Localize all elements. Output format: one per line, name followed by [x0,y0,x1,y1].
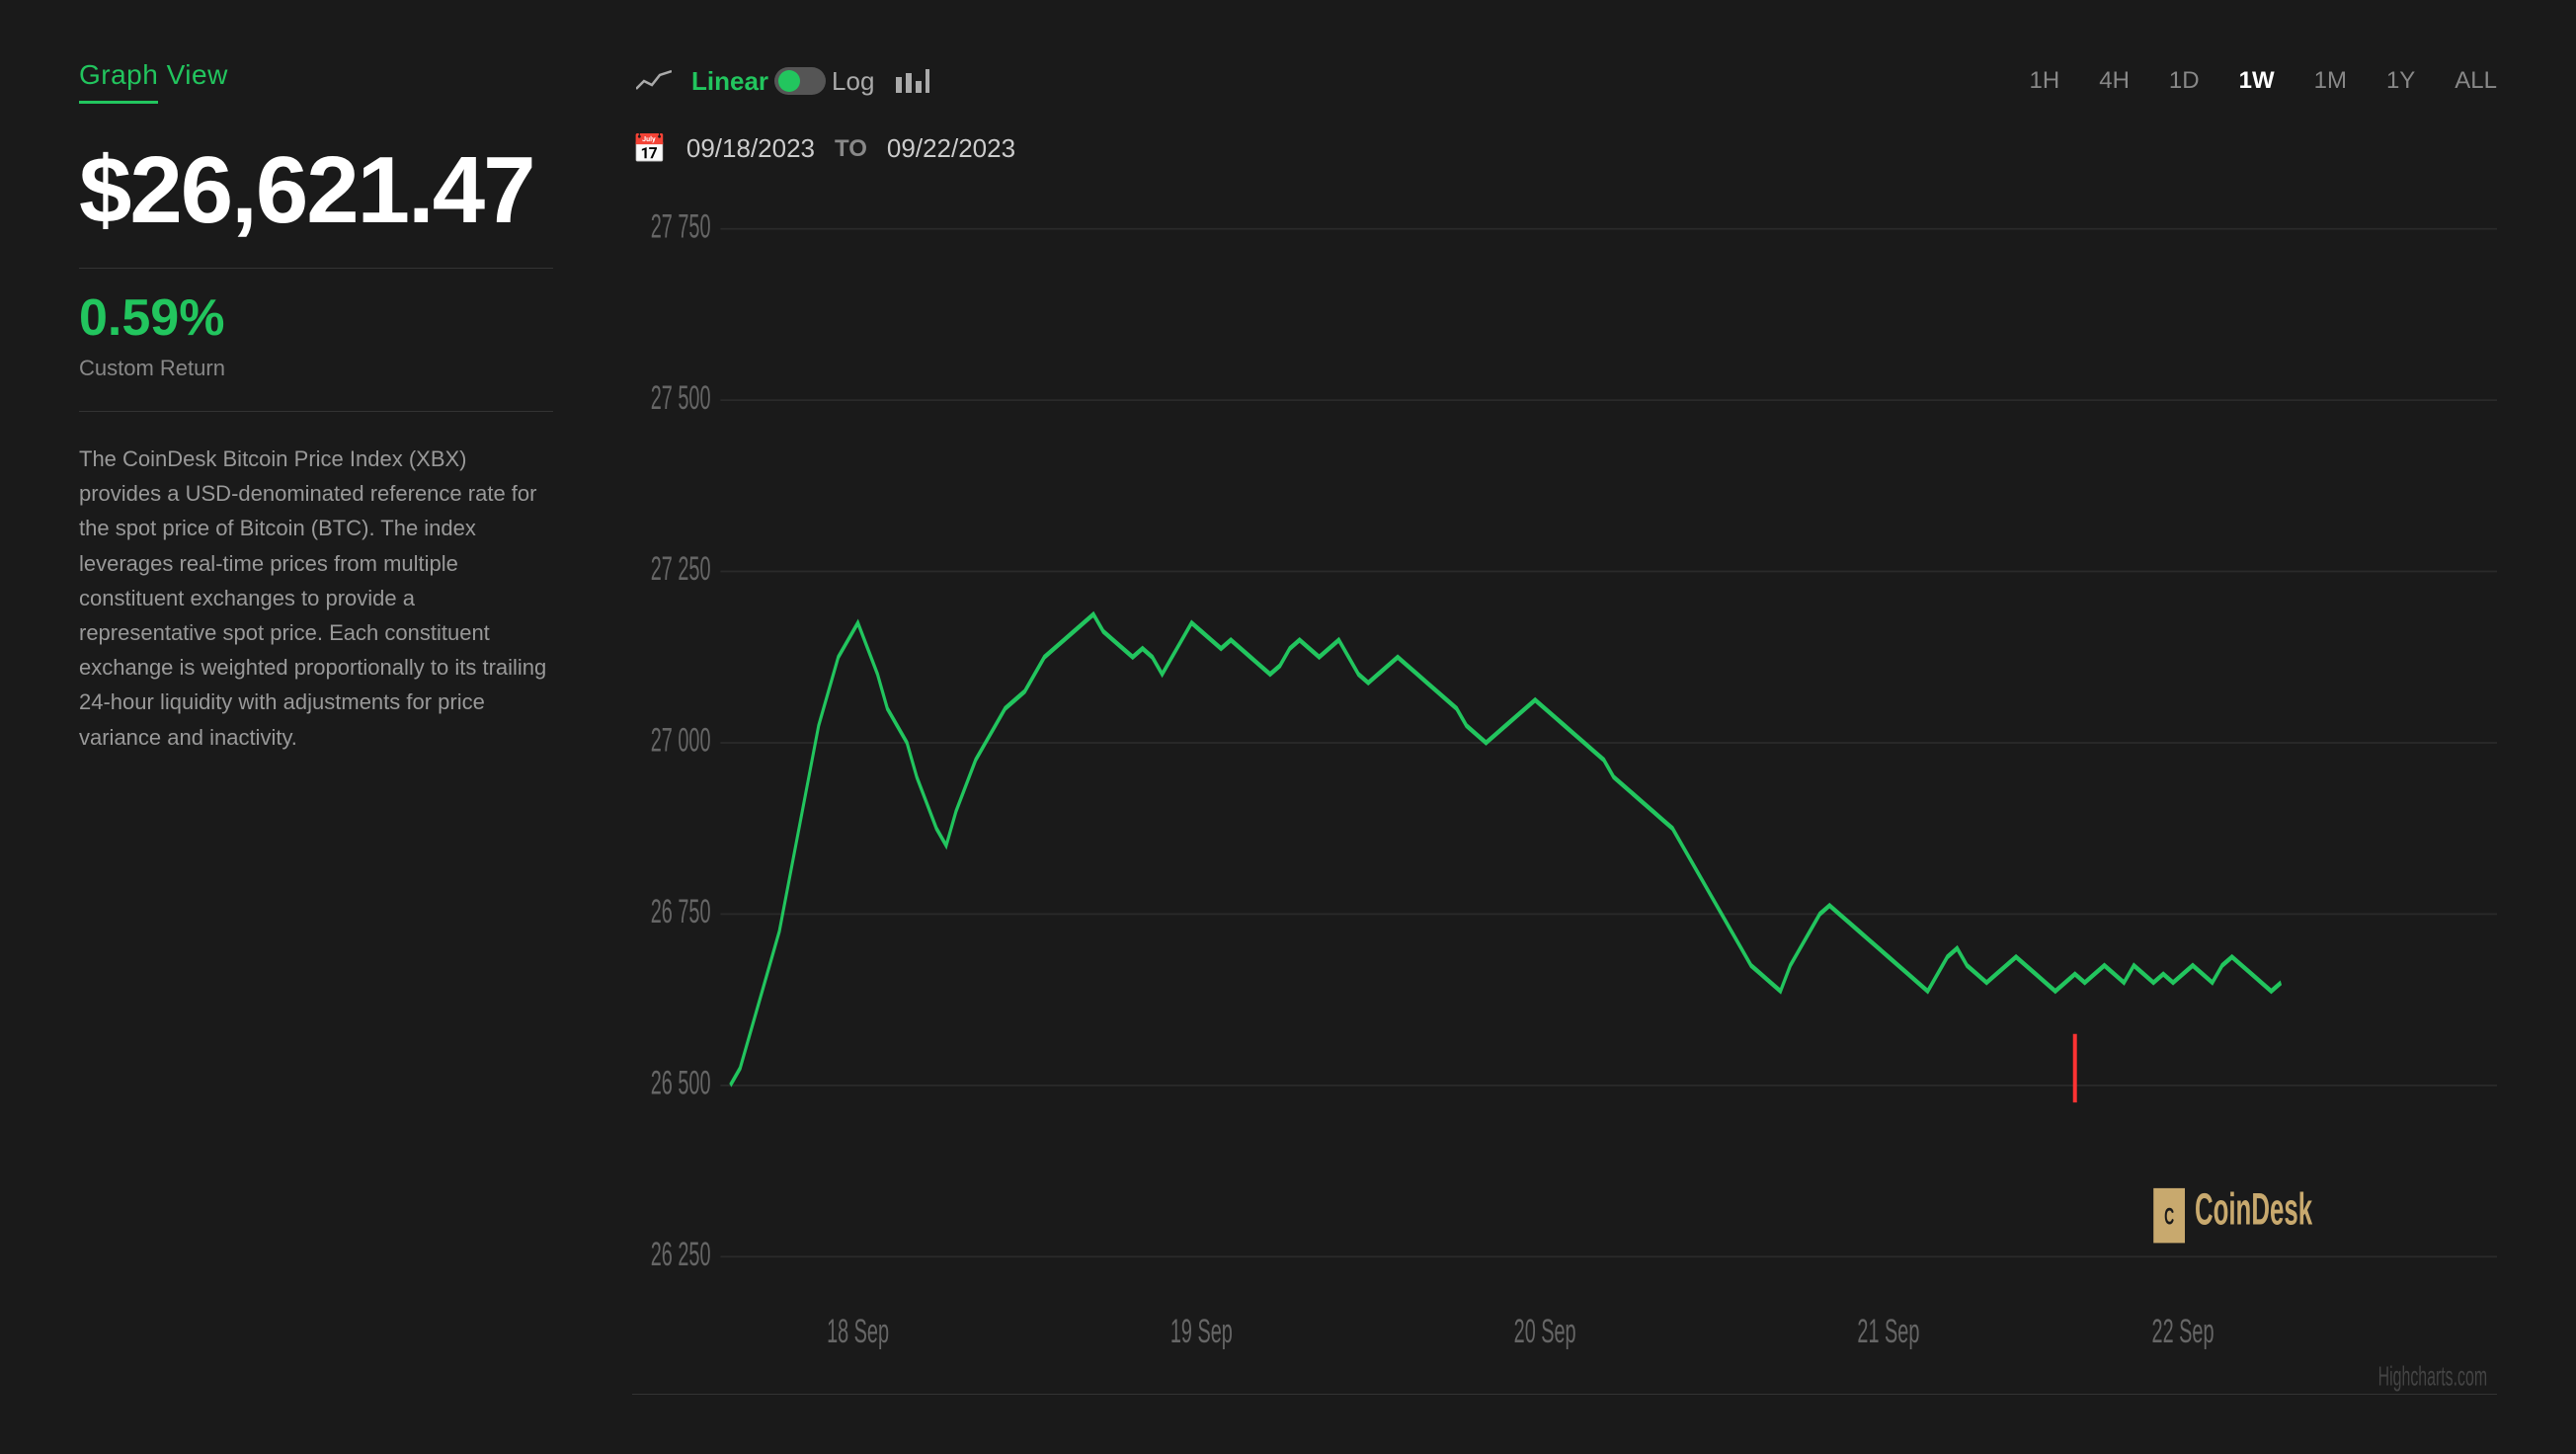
return-label: Custom Return [79,356,553,381]
controls-row: Linear Log [632,59,2497,103]
time-btn-4h[interactable]: 4H [2099,61,2130,101]
price-divider [79,268,553,269]
date-to[interactable]: 09/22/2023 [887,133,1015,164]
time-btn-1h[interactable]: 1H [2030,61,2060,101]
svg-text:27 250: 27 250 [651,548,711,587]
graph-view-underline [79,101,158,104]
price-description: The CoinDesk Bitcoin Price Index (XBX) p… [79,442,553,755]
price-value: $26,621.47 [79,143,553,238]
time-btn-1d[interactable]: 1D [2169,61,2200,101]
time-btn-1m[interactable]: 1M [2314,61,2347,101]
line-chart-icon[interactable] [632,59,676,103]
date-to-label: TO [835,135,867,163]
svg-text:20 Sep: 20 Sep [1514,1311,1576,1349]
chart-area: 27 750 27 500 27 250 27 000 26 750 26 50… [632,195,2497,1395]
svg-text:C: C [2164,1203,2174,1230]
time-range-group: 1H 4H 1D 1W 1M 1Y ALL [2030,61,2497,101]
svg-text:19 Sep: 19 Sep [1170,1311,1233,1349]
svg-text:27 750: 27 750 [651,205,711,244]
svg-text:26 750: 26 750 [651,891,711,929]
svg-text:Highcharts.com: Highcharts.com [2378,1361,2487,1392]
bar-chart-icon[interactable] [890,59,933,103]
time-btn-all[interactable]: ALL [2455,61,2497,101]
scale-toggle-group: Linear Log [691,66,874,97]
svg-text:18 Sep: 18 Sep [827,1311,889,1349]
svg-text:21 Sep: 21 Sep [1857,1311,1919,1349]
svg-text:22 Sep: 22 Sep [2152,1311,2214,1349]
return-value: 0.59% [79,288,553,348]
graph-view-label: Graph View [79,59,553,91]
toggle-thumb [778,70,800,92]
calendar-icon: 📅 [632,132,667,165]
date-from[interactable]: 09/18/2023 [686,133,815,164]
right-panel: Linear Log [632,59,2497,1395]
svg-text:26 500: 26 500 [651,1063,711,1101]
controls-left: Linear Log [632,59,933,103]
left-panel: Graph View $26,621.47 0.59% Custom Retur… [79,59,553,1395]
linear-label: Linear [691,66,768,97]
scale-toggle[interactable] [774,67,826,95]
price-chart: 27 750 27 500 27 250 27 000 26 750 26 50… [632,195,2497,1394]
time-btn-1w[interactable]: 1W [2239,61,2275,101]
svg-text:27 500: 27 500 [651,377,711,416]
log-label: Log [832,66,874,97]
date-range-row: 📅 09/18/2023 TO 09/22/2023 [632,132,2497,165]
svg-text:27 000: 27 000 [651,720,711,759]
return-divider [79,411,553,412]
chart-type-icons: Linear Log [632,59,933,103]
time-btn-1y[interactable]: 1Y [2386,61,2415,101]
svg-text:26 250: 26 250 [651,1234,711,1272]
svg-text:CoinDesk: CoinDesk [2195,1184,2313,1234]
